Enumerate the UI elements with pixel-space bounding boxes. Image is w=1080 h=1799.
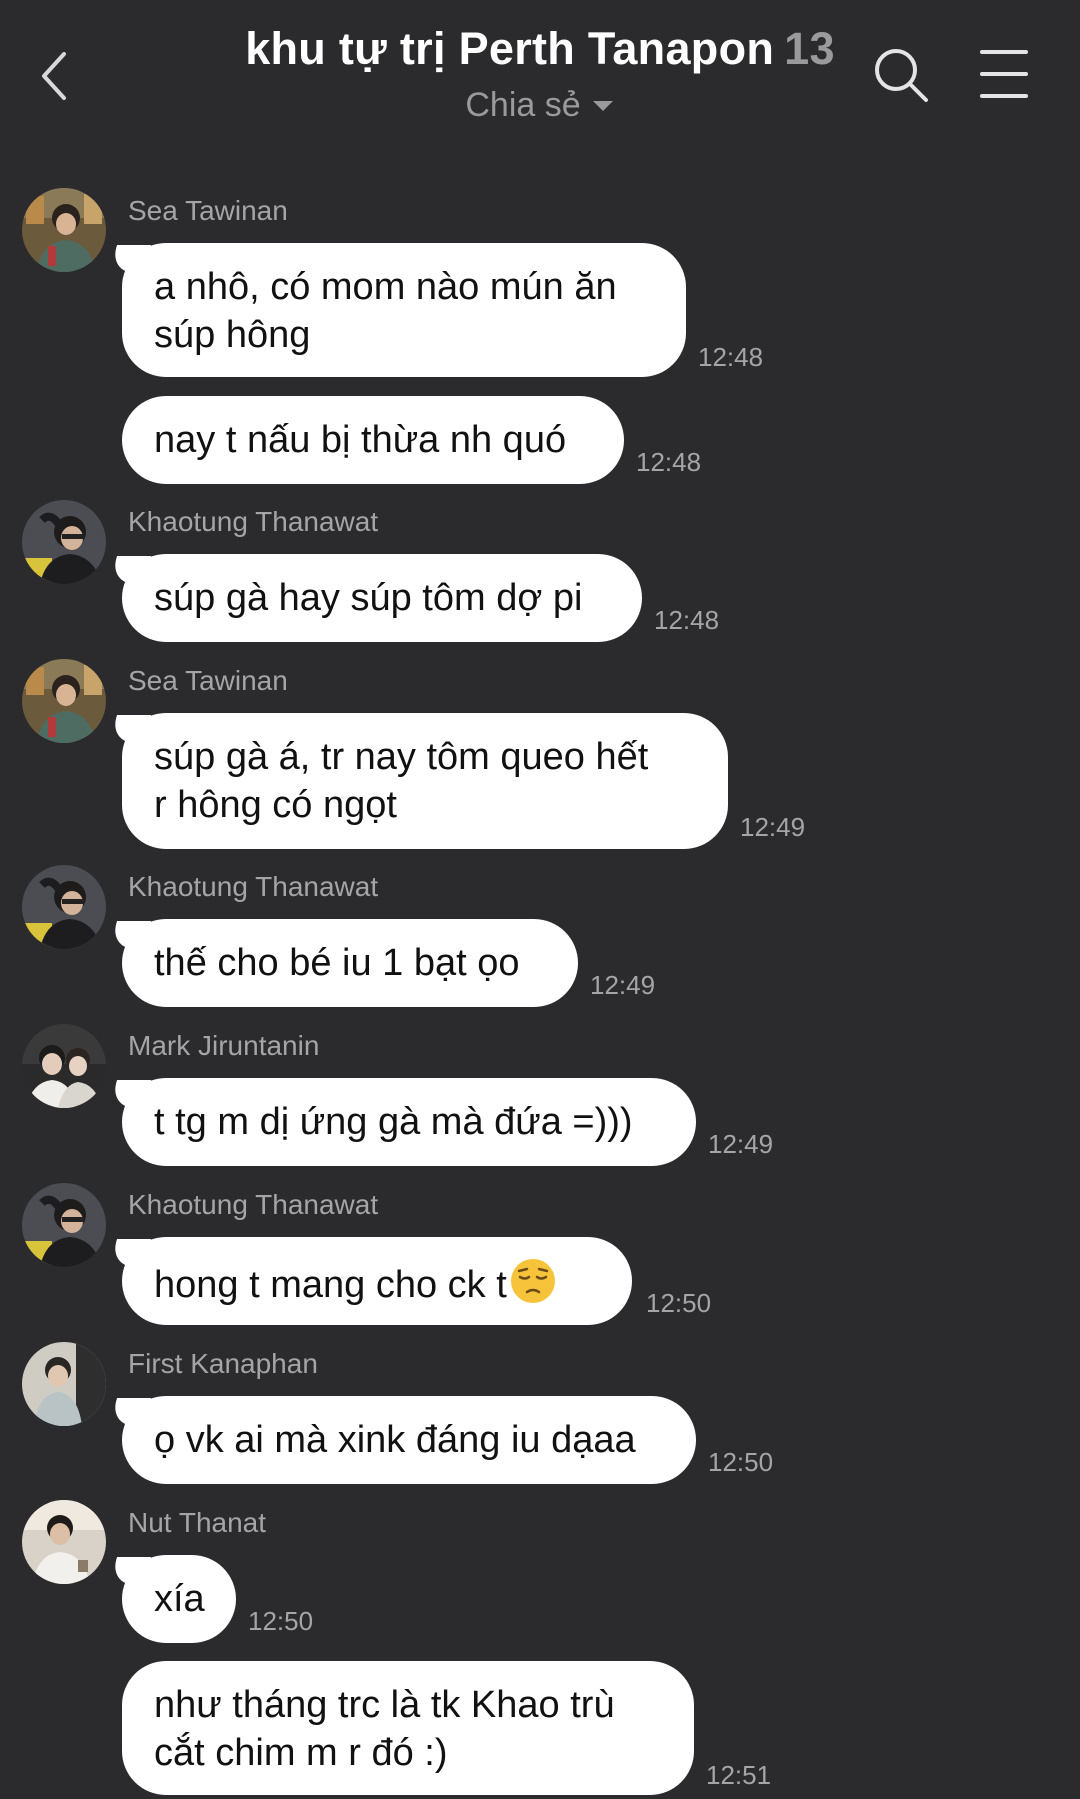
message-line: súp hông [154, 314, 311, 356]
avatar-photo [22, 1024, 106, 1108]
message-time: 12:49 [590, 970, 656, 1000]
chevron-left-icon [42, 52, 66, 100]
menu-button[interactable] [976, 46, 1032, 102]
message-line: cắt chim m r đó :) [154, 1732, 448, 1774]
message-bubble[interactable]: súp gà á, tr nay tôm queo hết r hông có … [122, 713, 728, 849]
message-line: xía [154, 1578, 205, 1620]
sender-name: Sea Tawinan [128, 665, 288, 696]
message-bubble[interactable]: nay t nấu bị thừa nh quó [122, 396, 624, 484]
sender-name: Khaotung Thanawat [128, 1189, 379, 1220]
avatar-photo [22, 1342, 106, 1426]
message-time: 12:50 [248, 1606, 314, 1636]
sender-name: Khaotung Thanawat [128, 506, 379, 537]
message-bubble[interactable]: ọ vk ai mà xink đáng iu dạaa [122, 1396, 696, 1484]
message-line: ọ vk ai mà xink đáng iu dạaa [154, 1419, 636, 1461]
sender-name: Nut Thanat [128, 1507, 267, 1538]
chat-header: khu tự trị Perth Tanapon 13 Chia sẻ [0, 0, 1080, 150]
message-time: 12:49 [740, 812, 806, 842]
avatar[interactable] [22, 188, 106, 272]
message-bubble[interactable]: thế cho bé iu 1 bạt ọo [122, 919, 578, 1007]
sender-name: Mark Jiruntanin [128, 1030, 320, 1061]
caret-down-icon [592, 100, 613, 111]
message-bubble[interactable]: súp gà hay súp tôm dợ pi [122, 554, 642, 642]
avatar[interactable] [22, 865, 106, 949]
message-time: 12:50 [708, 1447, 774, 1477]
chat-title-area[interactable]: khu tự trị Perth Tanapon 13 Chia sẻ [170, 20, 910, 125]
message-line: hong t mang cho ck t [154, 1257, 600, 1309]
message-line: a nhô, có mom nào mún ăn [154, 266, 617, 308]
avatar-photo [22, 188, 106, 272]
message-bubble[interactable]: như tháng trc là tk Khao trù cắt chim m … [122, 1661, 694, 1795]
message-line: t tg m dị ứng gà mà đứa =))) [154, 1101, 633, 1143]
pensive-face-emoji [510, 1259, 555, 1303]
avatar-photo [22, 865, 106, 949]
avatar-photo [22, 500, 106, 584]
avatar-photo [22, 1183, 106, 1267]
message-bubble[interactable]: xía [122, 1555, 236, 1643]
hamburger-menu-icon [980, 50, 1028, 98]
search-icon [875, 49, 928, 102]
avatar[interactable] [22, 1500, 106, 1584]
group-name: khu tự trị Perth Tanapon [245, 23, 775, 74]
message-time: 12:48 [654, 605, 720, 635]
chat-title: khu tự trị Perth Tanapon 13 [170, 20, 910, 78]
message-time: 12:48 [698, 342, 764, 372]
avatar[interactable] [22, 659, 106, 743]
avatar[interactable] [22, 500, 106, 584]
avatar[interactable] [22, 1342, 106, 1426]
message-text: hong t mang cho ck t [154, 1264, 507, 1306]
share-dropdown[interactable]: Chia sẻ [465, 86, 614, 125]
message-line: thế cho bé iu 1 bạt ọo [154, 942, 520, 984]
avatar[interactable] [22, 1024, 106, 1108]
sender-name: Khaotung Thanawat [128, 871, 379, 902]
message-line: súp gà á, tr nay tôm queo hết [154, 736, 649, 778]
message-time: 12:49 [708, 1129, 774, 1159]
sender-name: Sea Tawinan [128, 195, 288, 226]
avatar[interactable] [22, 1183, 106, 1267]
message-bubble[interactable]: t tg m dị ứng gà mà đứa =))) [122, 1078, 696, 1166]
message-time: 12:51 [706, 1760, 772, 1790]
back-button[interactable] [28, 40, 84, 112]
message-bubble[interactable]: hong t mang cho ck t [122, 1237, 632, 1325]
member-count: 13 [784, 23, 835, 74]
message-line: nay t nấu bị thừa nh quó [154, 419, 567, 461]
avatar-photo [22, 659, 106, 743]
sender-name: First Kanaphan [128, 1348, 318, 1379]
message-bubble[interactable]: a nhô, có mom nào mún ăn súp hông [122, 243, 686, 377]
message-line: r hông có ngọt [154, 784, 397, 826]
avatar-photo [22, 1500, 106, 1584]
message-line: súp gà hay súp tôm dợ pi [154, 577, 583, 619]
message-time: 12:50 [646, 1288, 712, 1318]
message-time: 12:48 [636, 447, 702, 477]
message-line: như tháng trc là tk Khao trù [154, 1684, 615, 1726]
search-button[interactable] [870, 44, 932, 106]
share-label: Chia sẻ [465, 86, 581, 124]
